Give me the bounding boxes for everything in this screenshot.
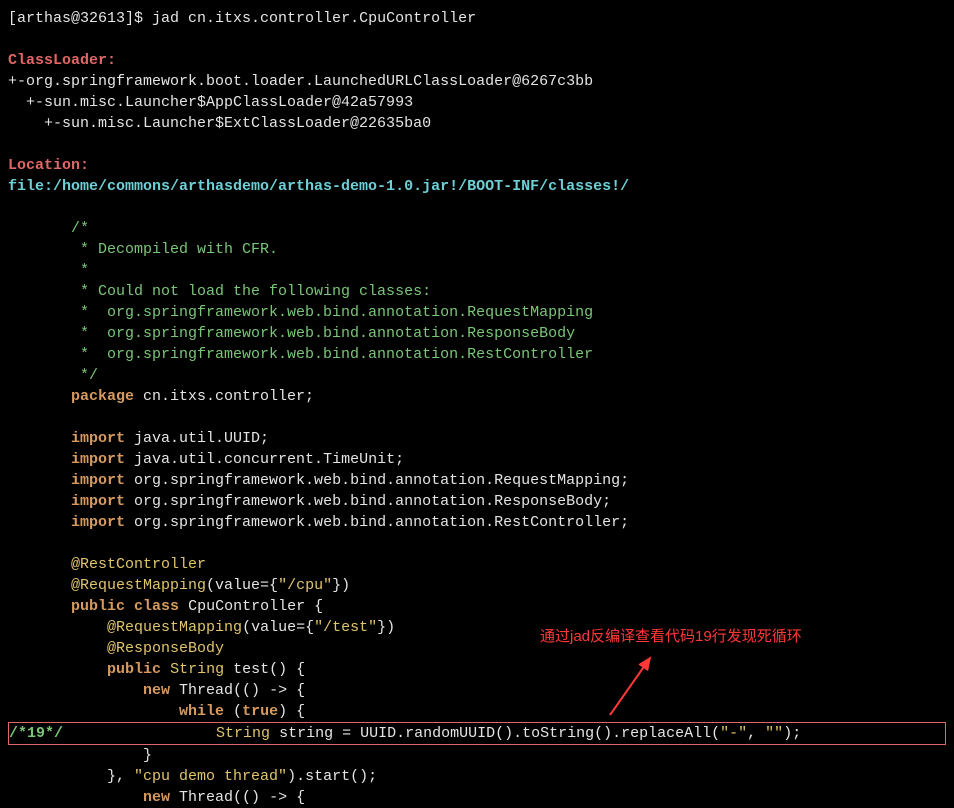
- blank: [8, 197, 946, 218]
- location-path: file:/home/commons/arthasdemo/arthas-dem…: [8, 178, 629, 195]
- comment: * org.springframework.web.bind.annotatio…: [8, 302, 946, 323]
- comment: * Could not load the following classes:: [8, 281, 946, 302]
- comment: * org.springframework.web.bind.annotatio…: [8, 344, 946, 365]
- thread-line-2: new Thread(() -> {: [8, 787, 946, 808]
- blank: [8, 29, 946, 50]
- import-line: import java.util.concurrent.TimeUnit;: [8, 449, 946, 470]
- import-line: import org.springframework.web.bind.anno…: [8, 491, 946, 512]
- comment: *: [8, 260, 946, 281]
- import-line: import java.util.UUID;: [8, 428, 946, 449]
- annotation-line: @RequestMapping(value={"/test"}): [8, 617, 946, 638]
- while-line: while (true) {: [8, 701, 946, 722]
- comment: * Decompiled with CFR.: [8, 239, 946, 260]
- blank: [8, 533, 946, 554]
- close-brace: }: [8, 745, 946, 766]
- command: jad cn.itxs.controller.CpuController: [143, 10, 476, 27]
- classloader-line2: +-sun.misc.Launcher$AppClassLoader@42a57…: [8, 92, 946, 113]
- class-decl: public class CpuController {: [8, 596, 946, 617]
- thread-line: new Thread(() -> {: [8, 680, 946, 701]
- classloader-line1: +-org.springframework.boot.loader.Launch…: [8, 71, 946, 92]
- line-19: /*19*/ String string = UUID.randomUUID()…: [9, 723, 945, 744]
- comment: */: [8, 365, 946, 386]
- prompt-user: [arthas@32613]$: [8, 10, 143, 27]
- classloader-heading: ClassLoader:: [8, 52, 116, 69]
- annotation-line: @RequestMapping(value={"/cpu"}): [8, 575, 946, 596]
- annotation-line: @ResponseBody: [8, 638, 946, 659]
- blank: [8, 407, 946, 428]
- comment: * org.springframework.web.bind.annotatio…: [8, 323, 946, 344]
- annotation-line: @RestController: [8, 554, 946, 575]
- comment: /*: [8, 218, 946, 239]
- blank: [8, 134, 946, 155]
- classloader-line3: +-sun.misc.Launcher$ExtClassLoader@22635…: [8, 113, 946, 134]
- annotation-text: 通过jad反编译查看代码19行发现死循环: [540, 626, 802, 647]
- prompt-line: [arthas@32613]$ jad cn.itxs.controller.C…: [8, 8, 946, 29]
- terminal-output: [arthas@32613]$ jad cn.itxs.controller.C…: [8, 8, 946, 808]
- thread-start: }, "cpu demo thread").start();: [8, 766, 946, 787]
- highlighted-line-19: /*19*/ String string = UUID.randomUUID()…: [8, 722, 946, 745]
- location-heading: Location:: [8, 157, 89, 174]
- import-line: import org.springframework.web.bind.anno…: [8, 470, 946, 491]
- import-line: import org.springframework.web.bind.anno…: [8, 512, 946, 533]
- package-line: package cn.itxs.controller;: [8, 386, 946, 407]
- method-decl: public String test() {: [8, 659, 946, 680]
